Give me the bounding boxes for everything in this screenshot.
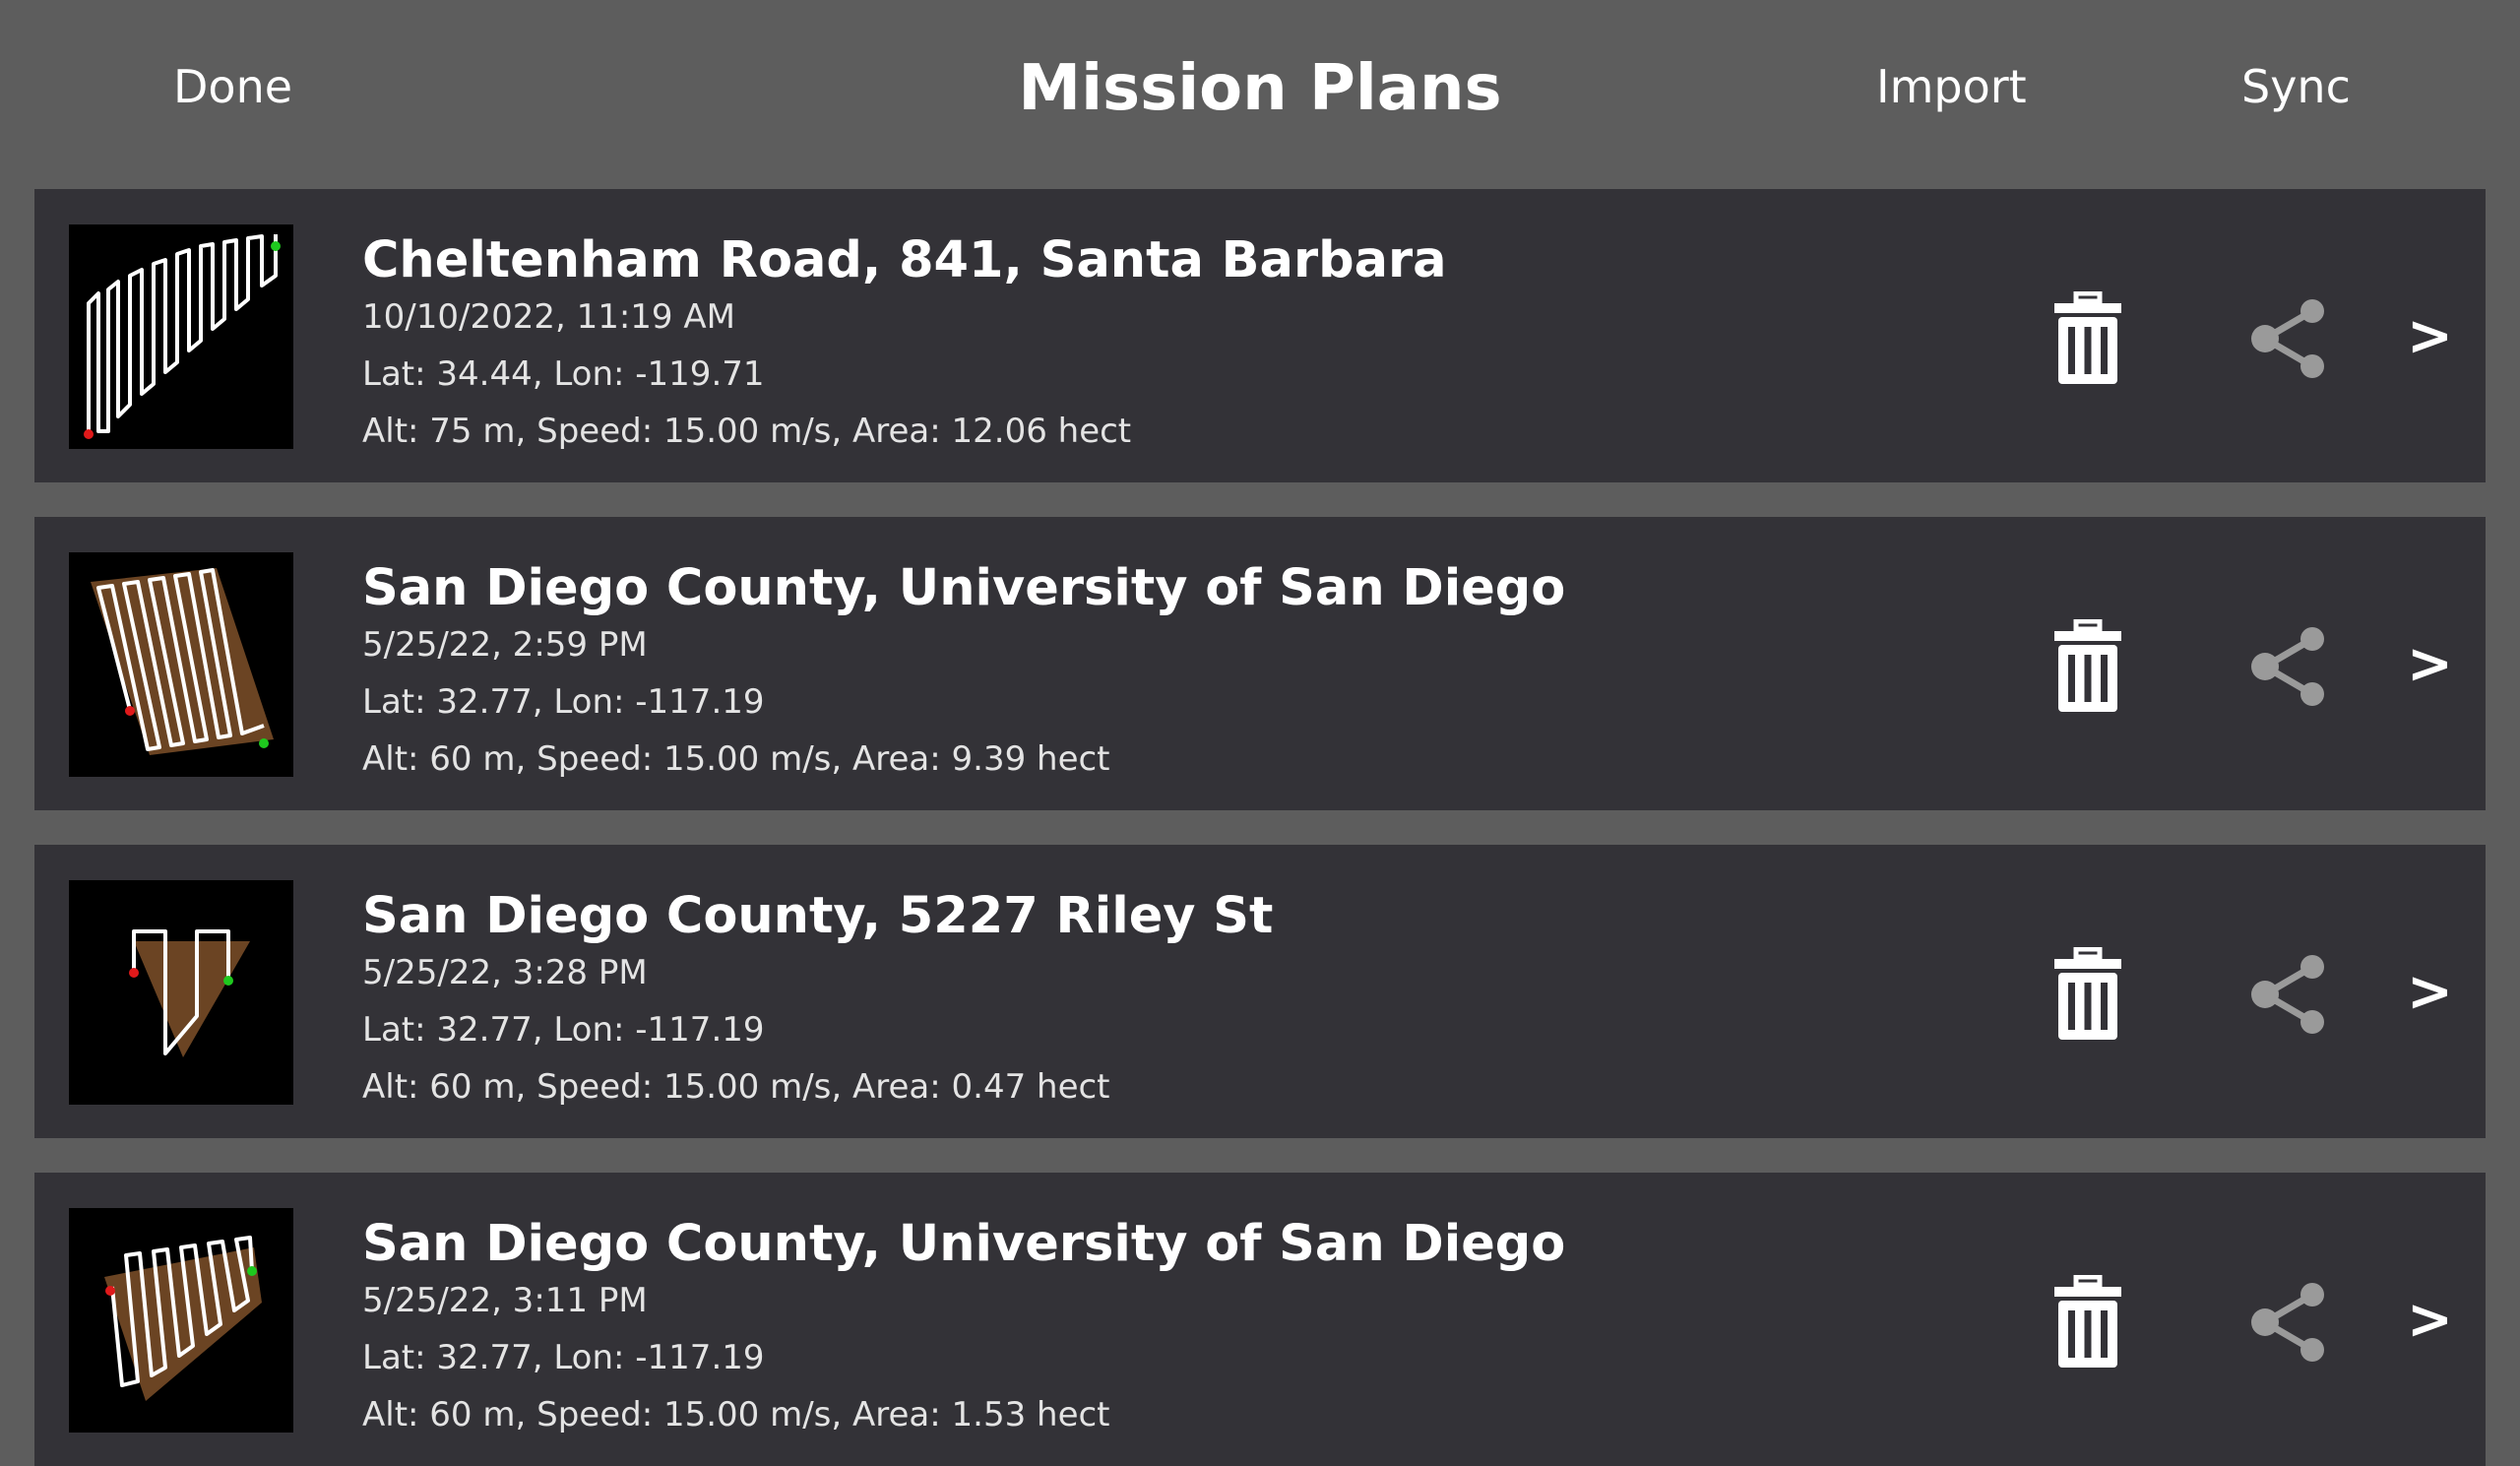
mission-datetime: 5/25/22, 3:11 PM bbox=[362, 1281, 648, 1320]
flight-path-map bbox=[84, 234, 281, 439]
mission-coordinates: Lat: 32.77, Lon: -117.19 bbox=[362, 682, 765, 722]
mission-row[interactable]: Cheltenham Road, 841, Santa Barbara 10/1… bbox=[34, 189, 2486, 482]
mission-row[interactable]: San Diego County, 5227 Riley St 5/25/22,… bbox=[34, 845, 2486, 1138]
import-button[interactable]: Import bbox=[1876, 57, 2027, 116]
mission-thumbnail bbox=[69, 552, 293, 777]
mission-stats: Alt: 60 m, Speed: 15.00 m/s, Area: 1.53 … bbox=[362, 1395, 1110, 1434]
mission-stats: Alt: 75 m, Speed: 15.00 m/s, Area: 12.06… bbox=[362, 412, 1132, 451]
mission-thumbnail bbox=[69, 1208, 293, 1433]
share-icon[interactable] bbox=[2249, 1281, 2328, 1364]
chevron-right-icon[interactable]: > bbox=[2407, 1283, 2466, 1358]
mission-title: Cheltenham Road, 841, Santa Barbara bbox=[362, 231, 1447, 289]
sync-button[interactable]: Sync bbox=[2241, 57, 2351, 116]
mission-coordinates: Lat: 32.77, Lon: -117.19 bbox=[362, 1338, 765, 1377]
trash-icon[interactable] bbox=[2052, 1274, 2123, 1370]
flight-path-map bbox=[91, 568, 274, 755]
share-icon[interactable] bbox=[2249, 297, 2328, 380]
trash-icon[interactable] bbox=[2052, 618, 2123, 714]
mission-datetime: 5/25/22, 2:59 PM bbox=[362, 625, 648, 665]
mission-stats: Alt: 60 m, Speed: 15.00 m/s, Area: 9.39 … bbox=[362, 739, 1110, 779]
flight-path-map bbox=[129, 929, 250, 1057]
mission-thumbnail bbox=[69, 880, 293, 1105]
mission-datetime: 10/10/2022, 11:19 AM bbox=[362, 297, 735, 337]
mission-coordinates: Lat: 32.77, Lon: -117.19 bbox=[362, 1010, 765, 1050]
mission-coordinates: Lat: 34.44, Lon: -119.71 bbox=[362, 354, 765, 394]
mission-title: San Diego County, University of San Dieg… bbox=[362, 1215, 1566, 1273]
share-icon[interactable] bbox=[2249, 953, 2328, 1036]
page-title: Mission Plans bbox=[1018, 52, 1502, 125]
chevron-right-icon[interactable]: > bbox=[2407, 299, 2466, 374]
flight-path-map bbox=[104, 1236, 262, 1401]
mission-row[interactable]: San Diego County, University of San Dieg… bbox=[34, 1173, 2486, 1466]
top-bar: Done Mission Plans Import Sync bbox=[0, 0, 2520, 177]
chevron-right-icon[interactable]: > bbox=[2407, 627, 2466, 702]
mission-datetime: 5/25/22, 3:28 PM bbox=[362, 953, 648, 992]
mission-title: San Diego County, 5227 Riley St bbox=[362, 887, 1274, 945]
trash-icon[interactable] bbox=[2052, 290, 2123, 386]
share-icon[interactable] bbox=[2249, 625, 2328, 708]
mission-row[interactable]: San Diego County, University of San Dieg… bbox=[34, 517, 2486, 810]
mission-title: San Diego County, University of San Dieg… bbox=[362, 559, 1566, 617]
chevron-right-icon[interactable]: > bbox=[2407, 955, 2466, 1030]
mission-stats: Alt: 60 m, Speed: 15.00 m/s, Area: 0.47 … bbox=[362, 1067, 1110, 1107]
mission-thumbnail bbox=[69, 224, 293, 449]
trash-icon[interactable] bbox=[2052, 946, 2123, 1042]
